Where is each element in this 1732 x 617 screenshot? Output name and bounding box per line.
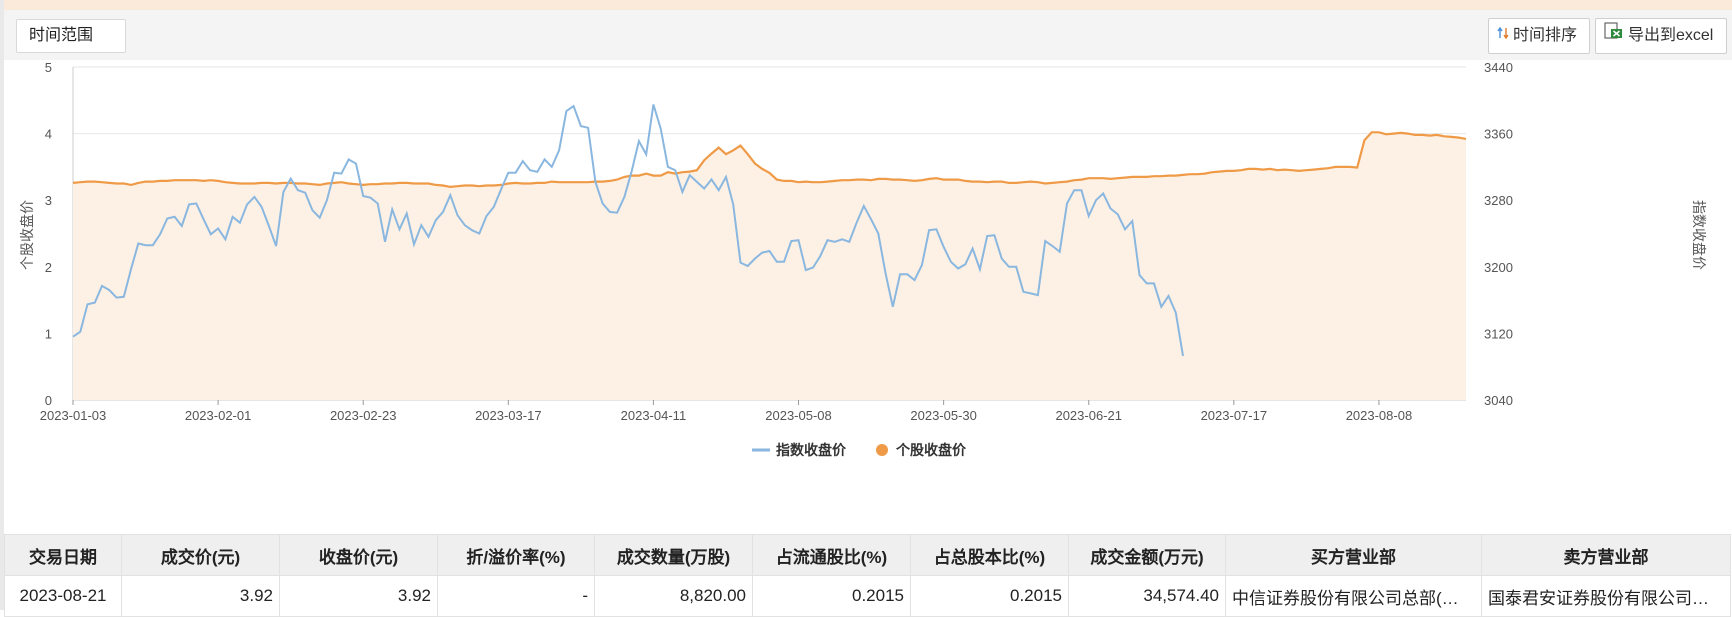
y-left-axis-title: 个股收盘价	[19, 200, 35, 270]
cell-total-ratio: 0.2015	[910, 575, 1069, 617]
header-deal-volume[interactable]: 成交数量(万股)	[594, 534, 753, 576]
time-sort-label: 时间排序	[1513, 27, 1578, 44]
top-accent-bar	[0, 0, 1732, 10]
toolbar: 时间范围 时间排序 导出到excel	[4, 10, 1732, 60]
y-left-tick-label: 2	[45, 260, 52, 275]
y-right-axis-title: 指数收盘价	[1691, 200, 1707, 270]
y-right-tick-label: 3440	[1484, 60, 1513, 75]
x-tick-label: 2023-07-17	[1201, 408, 1268, 423]
cell-trade-date: 2023-08-21	[4, 575, 122, 617]
x-tick-label: 2023-03-17	[475, 408, 542, 423]
x-tick-label: 2023-05-30	[910, 408, 977, 423]
cell-buyer-branch: 中信证券股份有限公司总部(非…	[1225, 575, 1482, 617]
y-left-tick-label: 3	[45, 193, 52, 208]
x-tick-label: 2023-04-11	[621, 408, 687, 423]
header-trade-date[interactable]: 交易日期	[4, 534, 122, 576]
header-deal-price[interactable]: 成交价(元)	[121, 534, 280, 576]
cell-deal-price: 3.92	[121, 575, 280, 617]
table-header-row: 交易日期 成交价(元) 收盘价(元) 折/溢价率(%) 成交数量(万股) 占流通…	[4, 534, 1731, 576]
header-buyer-branch[interactable]: 买方营业部	[1225, 534, 1482, 576]
y-left-tick-label: 0	[45, 393, 52, 408]
legend-stock-label: 个股收盘价	[895, 442, 967, 458]
legend-stock-swatch	[876, 444, 888, 456]
cell-deal-volume: 8,820.00	[594, 575, 753, 617]
trade-table: 交易日期 成交价(元) 收盘价(元) 折/溢价率(%) 成交数量(万股) 占流通…	[4, 534, 1731, 617]
excel-file-icon	[1604, 19, 1624, 53]
cell-float-ratio: 0.2015	[752, 575, 911, 617]
y-right-tick-label: 3200	[1484, 260, 1513, 275]
line-chart: 0 1 2 3 4 5 3040 3120 3200 3280 3360 3440 2023-01-03…	[19, 60, 1707, 458]
x-tick-label: 2023-02-23	[330, 408, 397, 423]
header-total-ratio[interactable]: 占总股本比(%)	[910, 534, 1069, 576]
table-row[interactable]: 2023-08-21 3.92 3.92 - 8,820.00 0.2015 0…	[4, 575, 1731, 617]
y-left-tick-label: 5	[45, 60, 52, 75]
y-right-tick-label: 3360	[1484, 127, 1513, 142]
header-float-ratio[interactable]: 占流通股比(%)	[752, 534, 911, 576]
legend-index-label: 指数收盘价	[776, 442, 847, 458]
x-tick-label: 2023-02-01	[185, 408, 252, 423]
trade-table-container: 交易日期 成交价(元) 收盘价(元) 折/溢价率(%) 成交数量(万股) 占流通…	[4, 534, 1732, 617]
chart-legend[interactable]: 指数收盘价 个股收盘价	[752, 442, 967, 458]
cell-premium-rate: -	[437, 575, 595, 617]
header-seller-branch[interactable]: 卖方营业部	[1481, 534, 1731, 576]
header-close-price[interactable]: 收盘价(元)	[279, 534, 438, 576]
x-tick-label: 2023-01-03	[40, 408, 107, 423]
x-tick-label: 2023-06-21	[1055, 408, 1122, 423]
header-deal-amount[interactable]: 成交金额(万元)	[1068, 534, 1226, 576]
cell-close-price: 3.92	[279, 575, 438, 617]
y-left-tick-label: 4	[45, 127, 52, 142]
header-premium-rate[interactable]: 折/溢价率(%)	[437, 534, 595, 576]
export-excel-label: 导出到excel	[1628, 27, 1714, 44]
y-right-tick-label: 3280	[1484, 193, 1513, 208]
time-sort-button[interactable]: 时间排序	[1488, 18, 1590, 54]
x-tick-label: 2023-08-08	[1346, 408, 1413, 423]
cell-deal-amount: 34,574.40	[1068, 575, 1226, 617]
time-range-selector[interactable]: 时间范围	[16, 19, 126, 53]
sort-arrows-icon	[1497, 19, 1509, 53]
x-tick-label: 2023-05-08	[765, 408, 832, 423]
export-excel-button[interactable]: 导出到excel	[1595, 18, 1727, 54]
y-right-tick-label: 3040	[1484, 393, 1513, 408]
y-left-tick-label: 1	[45, 326, 52, 341]
cell-seller-branch: 国泰君安证券股份有限公司总部	[1481, 575, 1731, 617]
y-right-tick-label: 3120	[1484, 326, 1513, 341]
